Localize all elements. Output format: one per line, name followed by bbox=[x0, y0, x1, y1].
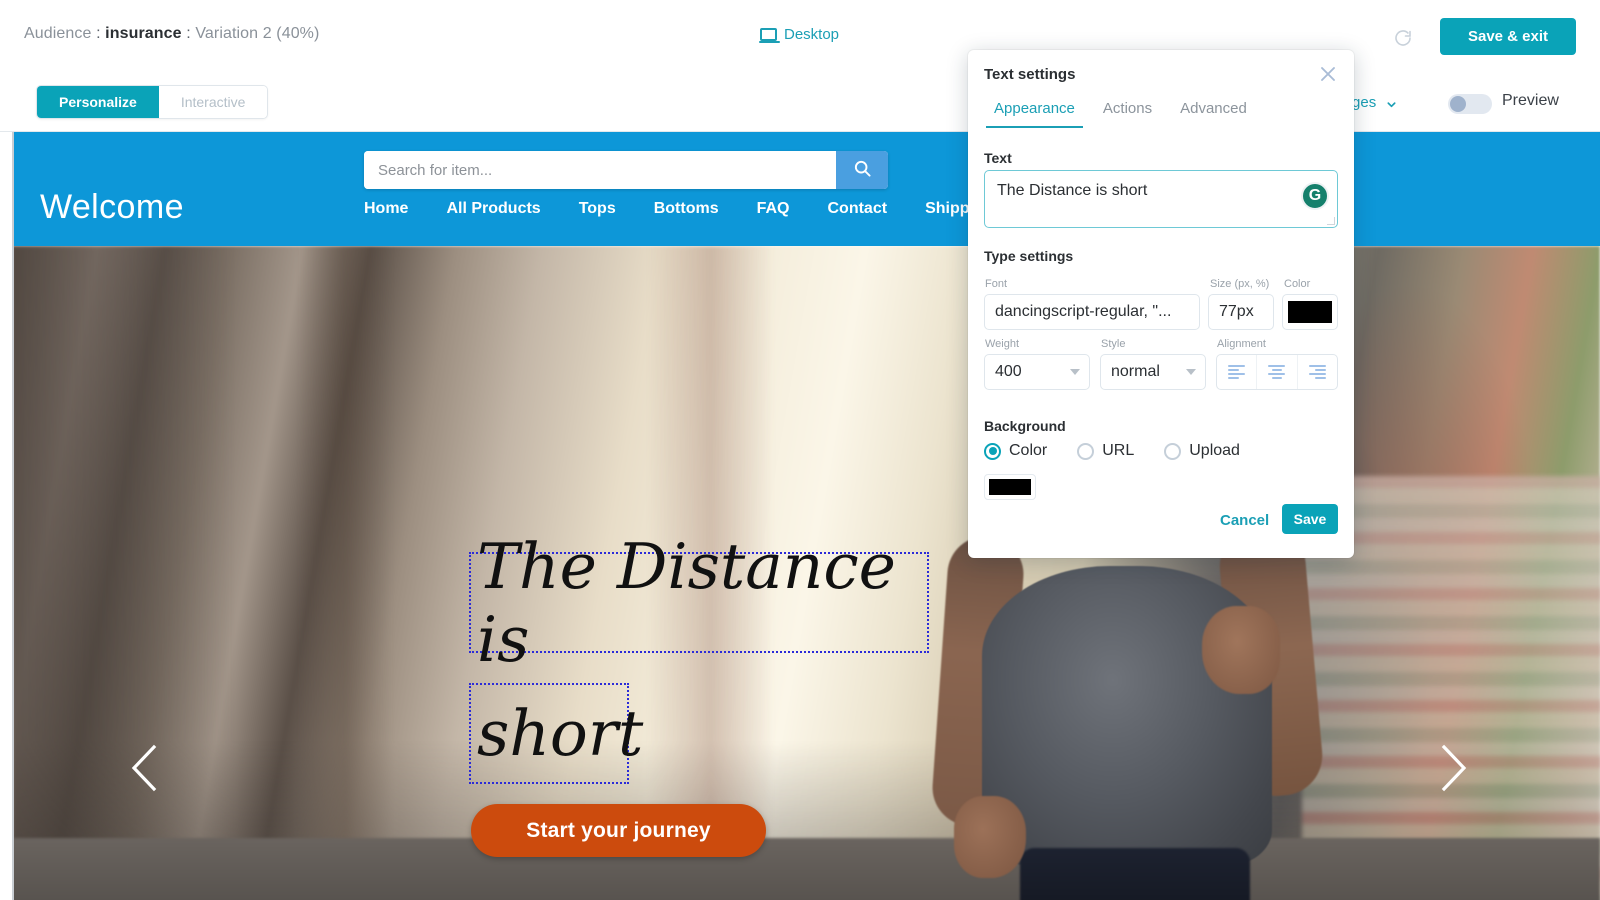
chevron-down-icon bbox=[1386, 97, 1397, 108]
preview-toggle-knob bbox=[1450, 96, 1466, 112]
carousel-next-button[interactable] bbox=[1430, 739, 1474, 797]
nav-item-faq[interactable]: FAQ bbox=[757, 200, 790, 218]
weight-label: Weight bbox=[985, 338, 1020, 350]
background-color-swatch bbox=[989, 479, 1031, 495]
preview-toggle[interactable] bbox=[1448, 94, 1492, 114]
radio-icon bbox=[1164, 442, 1182, 460]
text-color-picker[interactable] bbox=[1282, 294, 1338, 330]
audience-prefix: Audience bbox=[24, 25, 92, 42]
top-bar: Audience : insurance : Variation 2 (40%)… bbox=[0, 0, 1600, 72]
panel-title: Text settings bbox=[984, 66, 1076, 83]
site-nav: Home All Products Tops Bottoms FAQ Conta… bbox=[364, 200, 1064, 218]
color-label: Color bbox=[1284, 278, 1311, 290]
carousel-prev-button[interactable] bbox=[124, 739, 168, 797]
hero-headline-line-2[interactable]: short bbox=[469, 683, 643, 784]
hero-cta-button[interactable]: Start your journey bbox=[471, 804, 766, 857]
mode-tab-interactive[interactable]: Interactive bbox=[158, 86, 268, 118]
background-color-picker[interactable] bbox=[984, 474, 1036, 500]
hero-floor bbox=[12, 838, 1600, 900]
grammarly-icon[interactable]: G bbox=[1301, 182, 1329, 210]
text-settings-panel: Text settings Appearance Actions Advance… bbox=[968, 50, 1354, 558]
nav-item-tops[interactable]: Tops bbox=[579, 200, 616, 218]
mode-switch: Personalize Interactive bbox=[36, 85, 269, 119]
grammarly-glyph: G bbox=[1308, 187, 1322, 204]
save-and-exit-button[interactable]: Save & exit bbox=[1440, 18, 1576, 55]
save-button[interactable]: Save bbox=[1282, 504, 1338, 534]
cancel-button[interactable]: Cancel bbox=[1220, 512, 1269, 529]
panel-tabs: Appearance Actions Advanced bbox=[982, 92, 1259, 128]
background-option-upload[interactable]: Upload bbox=[1164, 442, 1240, 460]
size-input[interactable]: 77px bbox=[1208, 294, 1274, 330]
preview-label: Preview bbox=[1502, 92, 1559, 109]
chevron-down-icon bbox=[1186, 369, 1196, 375]
site-brand: Welcome bbox=[40, 188, 184, 226]
text-input[interactable]: The Distance is short bbox=[985, 171, 1337, 227]
audience-breadcrumb: Audience : insurance : Variation 2 (40%) bbox=[24, 25, 320, 42]
textarea-resize-handle[interactable] bbox=[1327, 217, 1335, 225]
alignment-group bbox=[1216, 354, 1338, 390]
background-option-color[interactable]: Color bbox=[984, 442, 1047, 460]
style-label: Style bbox=[1101, 338, 1126, 350]
text-field-label: Text bbox=[984, 150, 1012, 166]
editor-app: Audience : insurance : Variation 2 (40%)… bbox=[0, 0, 1600, 900]
type-settings-heading: Type settings bbox=[984, 248, 1074, 264]
font-input[interactable]: dancingscript-regular, "... bbox=[984, 294, 1200, 330]
align-left-icon[interactable] bbox=[1217, 355, 1258, 389]
background-heading: Background bbox=[984, 418, 1066, 434]
model-hand-left bbox=[954, 796, 1026, 878]
radio-icon bbox=[984, 442, 1001, 460]
tab-advanced[interactable]: Advanced bbox=[1168, 92, 1259, 128]
style-select[interactable]: normal bbox=[1100, 354, 1206, 390]
audience-name: insurance bbox=[105, 25, 182, 42]
background-option-color-label: Color bbox=[1009, 442, 1048, 459]
refresh-icon[interactable] bbox=[1392, 27, 1414, 49]
device-label: Desktop bbox=[784, 26, 840, 43]
monitor-icon bbox=[759, 28, 780, 43]
background-option-url[interactable]: URL bbox=[1077, 442, 1134, 460]
size-label: Size (px, %) bbox=[1210, 278, 1270, 290]
align-right-icon[interactable] bbox=[1298, 355, 1337, 389]
alignment-label: Alignment bbox=[1217, 338, 1266, 350]
editor-toolbar: Personalize Interactive hanges Preview bbox=[0, 72, 1600, 132]
close-icon[interactable] bbox=[1316, 62, 1340, 86]
nav-item-all-products[interactable]: All Products bbox=[446, 200, 540, 218]
tab-appearance[interactable]: Appearance bbox=[982, 92, 1087, 128]
background-radio-group: Color URL Upload bbox=[984, 442, 1270, 460]
nav-item-home[interactable]: Home bbox=[364, 200, 408, 218]
background-option-upload-label: Upload bbox=[1189, 442, 1240, 459]
tab-actions[interactable]: Actions bbox=[1091, 92, 1164, 128]
site-header: Welcome Home All Products Tops Bottoms F… bbox=[12, 132, 1600, 246]
search-input[interactable] bbox=[364, 151, 836, 189]
nav-item-bottoms[interactable]: Bottoms bbox=[654, 200, 719, 218]
chevron-down-icon bbox=[1070, 369, 1080, 375]
align-center-icon[interactable] bbox=[1257, 355, 1298, 389]
text-field-wrapper: The Distance is short G bbox=[984, 170, 1338, 228]
site-search bbox=[364, 151, 888, 189]
nav-item-contact[interactable]: Contact bbox=[828, 200, 888, 218]
style-value: normal bbox=[1111, 363, 1160, 380]
weight-value: 400 bbox=[995, 363, 1022, 380]
search-icon bbox=[853, 159, 872, 181]
radio-icon bbox=[1077, 442, 1095, 460]
mode-tab-personalize[interactable]: Personalize bbox=[37, 86, 159, 118]
model-jeans bbox=[1020, 848, 1250, 900]
search-button[interactable] bbox=[836, 151, 888, 189]
background-option-url-label: URL bbox=[1102, 442, 1135, 459]
text-color-swatch bbox=[1288, 301, 1332, 323]
site-preview: Welcome Home All Products Tops Bottoms F… bbox=[0, 132, 1600, 900]
preview-edge-rule bbox=[12, 132, 14, 900]
model-hand-right bbox=[1202, 606, 1280, 694]
audience-variation: Variation 2 (40%) bbox=[195, 25, 320, 42]
font-label: Font bbox=[985, 278, 1008, 290]
hero-banner: The Distance is short Start your journey bbox=[12, 246, 1600, 900]
hero-headline-line-1[interactable]: The Distance is bbox=[469, 530, 929, 676]
weight-select[interactable]: 400 bbox=[984, 354, 1090, 390]
device-toggle-desktop[interactable]: Desktop bbox=[759, 26, 840, 43]
